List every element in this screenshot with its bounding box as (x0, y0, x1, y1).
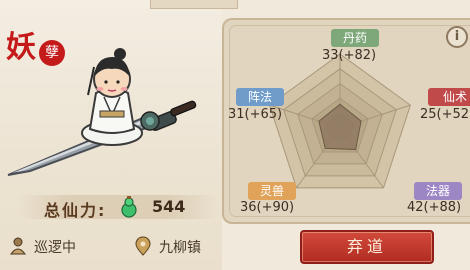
total-power-label: 总仙力: (44, 201, 107, 220)
stat-label-artifact: 法器 (414, 182, 462, 200)
patrol-status-text: 巡逻中 (34, 240, 76, 256)
total-power-value: 544 (152, 197, 186, 216)
location-name: 九柳镇 (159, 240, 201, 256)
patrol-figure-icon (10, 237, 26, 255)
stat-label-immortal-arts: 仙术 (428, 88, 470, 106)
abandon-dao-button[interactable]: 弃道 (300, 230, 434, 264)
stat-label-formation: 阵法 (236, 88, 284, 106)
spirit-gourd-icon (121, 196, 137, 218)
patrol-status: 巡逻中 (8, 236, 98, 256)
stat-value-artifact: 42(+88) (407, 200, 462, 215)
map-pin-icon (135, 236, 151, 256)
stat-value-spirit-beast: 36(+90) (240, 200, 295, 215)
stat-label-spirit-beast: 灵兽 (248, 182, 296, 200)
location-status: 九柳镇 (133, 236, 223, 256)
character-on-sword-illustration (7, 48, 197, 176)
stat-value-alchemy: 33(+82) (322, 48, 377, 63)
stat-label-alchemy: 丹药 (331, 29, 379, 47)
stat-value-formation: 31(+65) (228, 107, 283, 122)
top-tab-stub (150, 0, 238, 9)
stat-value-immortal-arts: 25(+52 (420, 107, 470, 122)
info-button[interactable]: i (446, 26, 468, 48)
